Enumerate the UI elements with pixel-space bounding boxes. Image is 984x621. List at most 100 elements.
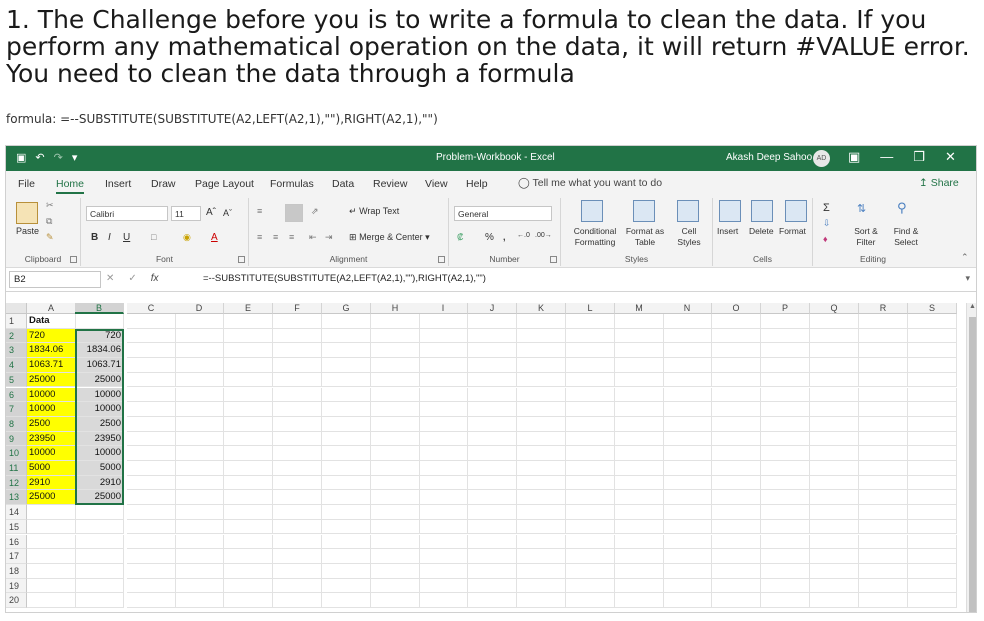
cell-g15[interactable] <box>322 519 371 535</box>
cell-g6[interactable] <box>322 387 371 403</box>
increase-decimal-icon[interactable]: ←.0 <box>517 232 530 239</box>
alignment-launcher-icon[interactable] <box>438 256 445 263</box>
cell-g4[interactable] <box>322 358 371 373</box>
cell-n15[interactable] <box>663 519 712 535</box>
fill-icon[interactable]: ⇩ <box>823 218 831 229</box>
column-header-d[interactable]: D <box>175 303 224 314</box>
cell-q16[interactable] <box>810 534 859 550</box>
cell-j8[interactable] <box>468 416 517 432</box>
cell-n14[interactable] <box>663 505 712 520</box>
cell-s11[interactable] <box>908 461 957 476</box>
cell-g3[interactable] <box>322 343 371 359</box>
cell-f3[interactable] <box>273 343 322 359</box>
column-header-i[interactable]: I <box>419 303 468 314</box>
cell-d14[interactable] <box>175 505 224 520</box>
cell-d4[interactable] <box>175 358 224 373</box>
cell-a16[interactable] <box>27 534 76 550</box>
cell-e14[interactable] <box>224 505 273 520</box>
cell-c3[interactable] <box>127 343 176 359</box>
cell-m4[interactable] <box>615 358 664 373</box>
cell-f16[interactable] <box>273 534 322 550</box>
cell-o6[interactable] <box>712 387 761 403</box>
cell-n3[interactable] <box>663 343 712 359</box>
cell-a10[interactable]: 10000 <box>27 446 76 461</box>
cell-j10[interactable] <box>468 446 517 461</box>
cell-g9[interactable] <box>322 431 371 447</box>
cell-l9[interactable] <box>566 431 615 447</box>
column-header-q[interactable]: Q <box>810 303 859 314</box>
cell-k4[interactable] <box>517 358 566 373</box>
column-header-o[interactable]: O <box>712 303 761 314</box>
tab-home[interactable]: Home <box>56 178 85 194</box>
cell-a6[interactable]: 10000 <box>27 387 76 403</box>
cell-b16[interactable] <box>75 534 124 550</box>
cell-h20[interactable] <box>371 593 420 608</box>
row-header-1[interactable]: 1 <box>6 314 27 329</box>
cell-i12[interactable] <box>419 475 468 491</box>
cell-s8[interactable] <box>908 416 957 432</box>
cell-a11[interactable]: 5000 <box>27 461 76 476</box>
cell-p1[interactable] <box>761 314 810 329</box>
cell-d9[interactable] <box>175 431 224 447</box>
cell-b19[interactable] <box>75 578 124 594</box>
cell-n11[interactable] <box>663 461 712 476</box>
cell-o3[interactable] <box>712 343 761 359</box>
cell-p17[interactable] <box>761 549 810 564</box>
cell-e17[interactable] <box>224 549 273 564</box>
cell-o4[interactable] <box>712 358 761 373</box>
cell-d5[interactable] <box>175 372 224 388</box>
cell-f19[interactable] <box>273 578 322 594</box>
row-header-15[interactable]: 15 <box>6 519 27 535</box>
cell-m8[interactable] <box>615 416 664 432</box>
column-header-n[interactable]: N <box>663 303 712 314</box>
cell-k13[interactable] <box>517 490 566 506</box>
cell-i14[interactable] <box>419 505 468 520</box>
merge-center-button[interactable]: ⊞ Merge & Center ▾ <box>349 232 430 243</box>
cell-n8[interactable] <box>663 416 712 432</box>
cell-k7[interactable] <box>517 402 566 417</box>
cell-s5[interactable] <box>908 372 957 388</box>
cell-g5[interactable] <box>322 372 371 388</box>
cell-h13[interactable] <box>371 490 420 506</box>
worksheet-grid[interactable]: A B C D E F G H I J K L M N O P Q R S 1 Data 2 720 720 3 1834.06 1… <box>6 303 966 612</box>
tab-help[interactable]: Help <box>466 178 488 190</box>
row-header-17[interactable]: 17 <box>6 549 27 564</box>
cell-i3[interactable] <box>419 343 468 359</box>
cell-h4[interactable] <box>371 358 420 373</box>
save-icon[interactable]: ▣ <box>16 151 26 164</box>
cell-r2[interactable] <box>859 328 908 344</box>
cell-r17[interactable] <box>859 549 908 564</box>
row-header-10[interactable]: 10 <box>6 446 27 461</box>
cell-r3[interactable] <box>859 343 908 359</box>
cell-s14[interactable] <box>908 505 957 520</box>
cell-j20[interactable] <box>468 593 517 608</box>
cell-o19[interactable] <box>712 578 761 594</box>
column-header-j[interactable]: J <box>468 303 517 314</box>
cell-l10[interactable] <box>566 446 615 461</box>
format-cells-button[interactable]: Format <box>779 226 806 236</box>
cell-h8[interactable] <box>371 416 420 432</box>
cell-n19[interactable] <box>663 578 712 594</box>
cell-h5[interactable] <box>371 372 420 388</box>
row-header-11[interactable]: 11 <box>6 461 27 476</box>
cell-g16[interactable] <box>322 534 371 550</box>
cell-c7[interactable] <box>127 402 176 417</box>
cell-f7[interactable] <box>273 402 322 417</box>
cell-j13[interactable] <box>468 490 517 506</box>
cell-p8[interactable] <box>761 416 810 432</box>
cell-k17[interactable] <box>517 549 566 564</box>
row-header-5[interactable]: 5 <box>6 372 27 388</box>
cell-m14[interactable] <box>615 505 664 520</box>
wrap-text-button[interactable]: ↵ Wrap Text <box>349 206 399 217</box>
cell-q11[interactable] <box>810 461 859 476</box>
select-all-corner[interactable] <box>6 303 27 314</box>
cell-o2[interactable] <box>712 328 761 344</box>
cell-c9[interactable] <box>127 431 176 447</box>
cell-j19[interactable] <box>468 578 517 594</box>
cell-i5[interactable] <box>419 372 468 388</box>
cell-h19[interactable] <box>371 578 420 594</box>
cell-i7[interactable] <box>419 402 468 417</box>
cell-s18[interactable] <box>908 563 957 579</box>
format-painter-icon[interactable]: ✎ <box>46 232 54 243</box>
insert-cells-icon[interactable] <box>719 200 741 222</box>
